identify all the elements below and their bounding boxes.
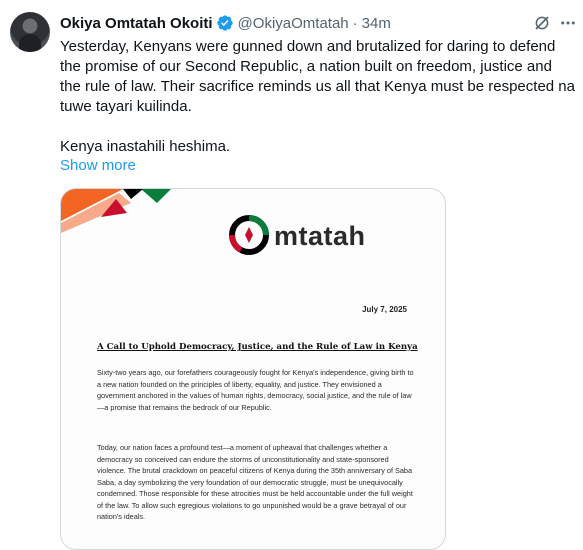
tweet-timestamp[interactable]: 34m (362, 15, 391, 32)
more-options-icon[interactable] (558, 14, 578, 32)
verified-badge-icon[interactable] (216, 14, 234, 32)
tweet[interactable]: Okiya Omtatah Okoiti @OkiyaOmtatah · 34m… (0, 0, 583, 550)
author-name[interactable]: Okiya Omtatah Okoiti (60, 15, 213, 32)
letter-title: A Call to Uphold Democracy, Justice, and… (97, 342, 418, 352)
tweet-paragraph: Kenya inastahili heshima. (60, 138, 231, 155)
omtatah-logo-text: mtatah (274, 221, 366, 251)
omtatah-logo-icon (229, 215, 269, 255)
tweet-paragraph: Yesterday, Kenyans were gunned down and … (60, 38, 575, 115)
letter-paragraph: Sixty-two years ago, our forefathers cou… (97, 368, 414, 412)
grok-icon[interactable] (533, 14, 551, 32)
banner-green-shape (141, 189, 171, 203)
author-handle[interactable]: @OkiyaOmtatah (238, 15, 349, 32)
tweet-image[interactable]: mtatah July 7, 2025 A Call to Uphold Dem… (60, 188, 446, 550)
show-more-link[interactable]: Show more (60, 156, 136, 176)
letter-date: July 7, 2025 (362, 305, 407, 314)
separator-dot: · (352, 14, 358, 32)
banner-black-shape (123, 189, 143, 199)
tweet-header: Okiya Omtatah Okoiti @OkiyaOmtatah · 34m (60, 12, 391, 34)
tweet-text: Yesterday, Kenyans were gunned down and … (60, 37, 575, 157)
letter-paragraph: Today, our nation faces a profound test—… (97, 443, 413, 521)
letter-document: mtatah July 7, 2025 A Call to Uphold Dem… (61, 189, 445, 549)
author-avatar[interactable] (10, 12, 50, 52)
